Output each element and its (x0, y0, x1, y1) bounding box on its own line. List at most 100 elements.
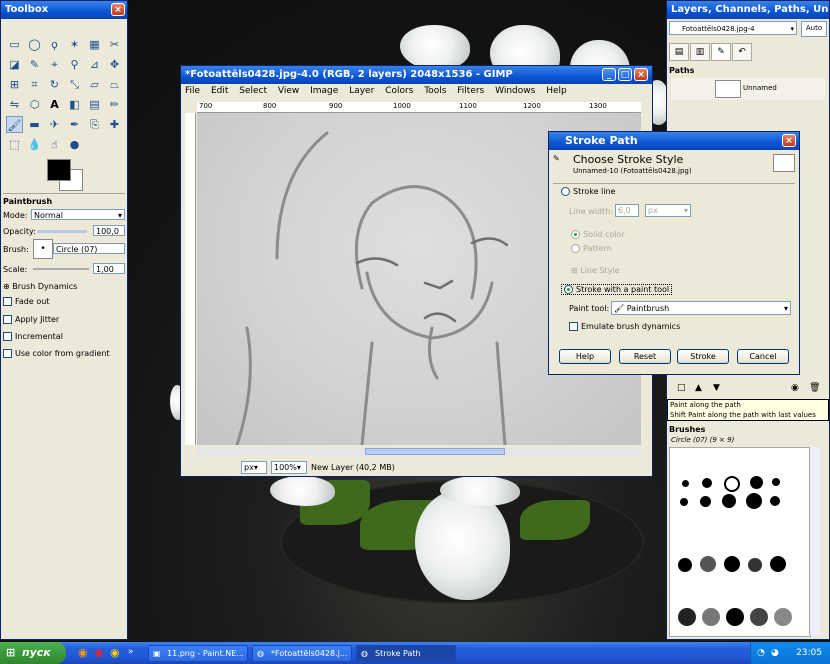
gradient-checkbox[interactable] (3, 349, 12, 358)
bucket-fill-icon[interactable]: ◧ (66, 96, 83, 113)
horizontal-scrollbar[interactable] (197, 447, 641, 456)
layers-tab-icon[interactable]: ▤ (669, 43, 689, 61)
stroke-with-tool-option[interactable]: Stroke with a paint tool (561, 284, 673, 295)
emulate-option[interactable]: Emulate brush dynamics (569, 322, 680, 331)
channels-tab-icon[interactable]: ▥ (690, 43, 710, 61)
scale-icon[interactable]: ⤡ (66, 76, 83, 93)
raise-icon[interactable]: ▲ (695, 383, 702, 393)
clone-icon[interactable]: ⎘ (86, 116, 103, 133)
color-swatches[interactable] (47, 159, 83, 191)
pattern-radio[interactable] (571, 244, 580, 253)
brushes-grid[interactable] (669, 447, 811, 637)
flip-icon[interactable]: ⇋ (6, 96, 23, 113)
ink-icon[interactable]: ✒ (66, 116, 83, 133)
toolbox-titlebar[interactable]: Toolbox × (1, 1, 127, 19)
blur-icon[interactable]: 💧 (26, 136, 43, 153)
brush-preset[interactable] (748, 558, 762, 572)
new-path-icon[interactable]: □ (677, 383, 686, 393)
menu-select[interactable]: Select (239, 86, 267, 96)
apply-jitter-option[interactable]: Apply Jitter (3, 315, 59, 324)
brush-preset[interactable] (722, 494, 736, 508)
brush-preset[interactable] (774, 608, 792, 626)
scale-slider[interactable] (33, 268, 89, 270)
mode-select[interactable]: Normal ▾ (31, 209, 125, 220)
minimize-button[interactable]: _ (602, 68, 616, 81)
move-icon[interactable]: ✥ (106, 56, 123, 73)
stroke-with-tool-radio[interactable] (564, 285, 573, 294)
heal-icon[interactable]: ✚ (106, 116, 123, 133)
brush-preset[interactable] (682, 480, 689, 487)
paintbrush-icon[interactable]: 🖌 (6, 116, 23, 133)
brush-preset[interactable] (700, 556, 716, 572)
free-select-icon[interactable]: ϙ (46, 36, 63, 53)
paths-tab-icon[interactable]: ✎ (711, 43, 731, 61)
select-by-color-icon[interactable]: ▦ (86, 36, 103, 53)
smudge-icon[interactable]: ☝ (46, 136, 63, 153)
brush-preset[interactable] (678, 608, 696, 626)
incremental-checkbox[interactable] (3, 332, 12, 341)
line-style-expander[interactable]: ⊞ Line Style (571, 266, 620, 275)
stroke-line-option[interactable]: Stroke line (561, 187, 615, 196)
lower-icon[interactable]: ▼ (713, 383, 720, 393)
incremental-option[interactable]: Incremental (3, 332, 63, 341)
task-gimp-image[interactable]: ◍ *Fotoattēls0428.j... (252, 645, 352, 662)
paths-icon[interactable]: ✎ (26, 56, 43, 73)
measure-icon[interactable]: ⊿ (86, 56, 103, 73)
line-width-unit-select[interactable]: px ▾ (645, 204, 691, 217)
brush-preview-button[interactable]: • (33, 239, 53, 259)
close-button[interactable]: × (634, 68, 648, 81)
menu-file[interactable]: File (185, 86, 200, 96)
quicklaunch-more-icon[interactable]: » (128, 647, 134, 657)
menu-filters[interactable]: Filters (457, 86, 484, 96)
start-button[interactable]: ⊞ пуск (0, 642, 66, 664)
foreground-color-swatch[interactable] (47, 159, 71, 181)
brush-preset[interactable] (702, 478, 712, 488)
zoom-icon[interactable]: ⚲ (66, 56, 83, 73)
tray-volume-icon[interactable]: ◕ (771, 642, 779, 664)
unit-select[interactable]: px▾ (241, 461, 267, 474)
fade-out-option[interactable]: Fade out (3, 297, 49, 306)
pencil-icon[interactable]: ✏ (106, 96, 123, 113)
brush-dynamics-expander[interactable]: ⊕ Brush Dynamics (3, 282, 77, 291)
brush-preset[interactable] (680, 498, 688, 506)
brush-preset[interactable] (770, 556, 786, 572)
undo-tab-icon[interactable]: ↶ (732, 43, 752, 61)
blend-icon[interactable]: ▤ (86, 96, 103, 113)
pattern-option[interactable]: Pattern (571, 244, 612, 253)
paint-tool-select[interactable]: 🖌 Paintbrush ▾ (611, 301, 791, 315)
stroke-line-radio[interactable] (561, 187, 570, 196)
fade-out-checkbox[interactable] (3, 297, 12, 306)
horizontal-ruler[interactable]: 700 800 900 1000 1100 1200 1300 (197, 102, 641, 113)
apply-jitter-checkbox[interactable] (3, 315, 12, 324)
menu-windows[interactable]: Windows (495, 86, 535, 96)
brush-preset[interactable] (726, 608, 744, 626)
perspective-clone-icon[interactable]: ⬚ (6, 136, 23, 153)
vertical-ruler[interactable] (185, 113, 196, 445)
color-picker-icon[interactable]: ⌖ (46, 56, 63, 73)
opacity-input[interactable]: 100,0 (93, 225, 125, 236)
brush-preset[interactable] (724, 556, 740, 572)
brush-preset[interactable] (772, 478, 780, 486)
align-icon[interactable]: ⊞ (6, 76, 23, 93)
firefox-icon[interactable]: ◉ (78, 646, 88, 659)
emulate-checkbox[interactable] (569, 322, 578, 331)
stroke-path-icon[interactable]: ◉ (791, 383, 799, 393)
scrollbar-thumb[interactable] (365, 448, 505, 455)
crop-icon[interactable]: ⌗ (26, 76, 43, 93)
brushes-scrollbar[interactable] (809, 447, 820, 635)
brush-preset[interactable] (750, 608, 768, 626)
cancel-button[interactable]: Cancel (737, 349, 789, 364)
menu-layer[interactable]: Layer (349, 86, 374, 96)
text-icon[interactable]: A (46, 96, 63, 113)
scale-input[interactable]: 1,00 (93, 263, 125, 274)
brush-preset[interactable] (724, 476, 740, 492)
brush-preset[interactable] (750, 476, 763, 489)
menu-tools[interactable]: Tools (424, 86, 446, 96)
eraser-icon[interactable]: ▬ (26, 116, 43, 133)
auto-button[interactable]: Auto (801, 21, 827, 37)
fuzzy-select-icon[interactable]: ✶ (66, 36, 83, 53)
gradient-option[interactable]: Use color from gradient (3, 349, 110, 358)
menu-view[interactable]: View (278, 86, 299, 96)
help-button[interactable]: Help (559, 349, 611, 364)
brush-name-field[interactable]: Circle (07) (53, 243, 125, 254)
